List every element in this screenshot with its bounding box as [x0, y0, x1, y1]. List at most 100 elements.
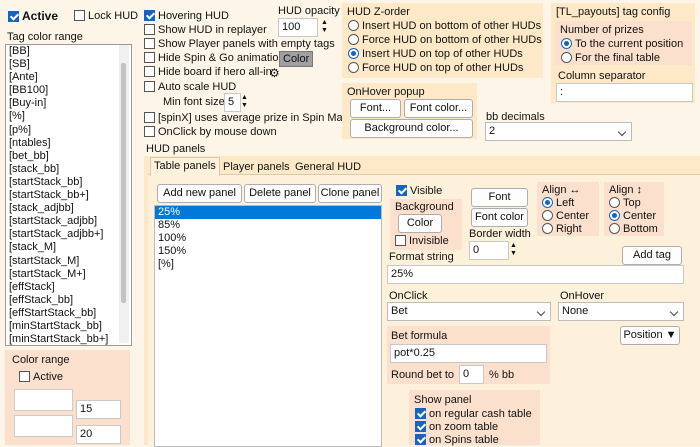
position-button[interactable]: Position ▼ [620, 326, 680, 345]
show-regular-checkbox[interactable]: on regular cash table [415, 408, 532, 420]
color-range-value-2[interactable]: 20 [76, 425, 121, 444]
tag-list-item[interactable]: [effStack_bb] [6, 294, 131, 307]
border-width-input[interactable]: 0 [469, 241, 509, 260]
hide-spin-checkbox[interactable]: Hide Spin & Go animation [144, 52, 285, 64]
active-checkbox[interactable]: Active [8, 9, 58, 23]
tag-list-item[interactable]: [p%] [6, 124, 131, 137]
color-range-value-1[interactable]: 15 [76, 400, 121, 419]
popup-font-color-button[interactable]: Font color... [404, 99, 473, 118]
add-panel-button[interactable]: Add new panel [157, 184, 242, 203]
zorder-option-2[interactable]: Force HUD on bottom of other HUDs [348, 34, 542, 46]
color-range-active-checkbox[interactable]: Active [19, 371, 63, 383]
tag-list-item[interactable]: [startStack_adjbb+] [6, 228, 131, 241]
min-font-spinner[interactable]: ▲ ▼ [241, 94, 250, 111]
clone-panel-button[interactable]: Clone panel [318, 184, 382, 203]
separator-input[interactable]: : [556, 83, 693, 102]
tag-list[interactable]: [BB] [SB] [Ante] [BB100] [Buy-in] [%] [p%] [nta… [5, 44, 132, 346]
tab-general-hud[interactable]: General HUD [292, 159, 364, 175]
tag-list-item[interactable]: [Ante] [6, 71, 131, 84]
show-spins-checkbox[interactable]: on Spins table [415, 434, 499, 446]
format-string-input[interactable]: 25% [387, 265, 684, 284]
zorder-option-1[interactable]: Insert HUD on bottom of other HUDs [348, 20, 541, 32]
onclick-select[interactable]: Bet [387, 302, 551, 321]
add-tag-button[interactable]: Add tag [622, 246, 682, 265]
invisible-checkbox[interactable]: Invisible [395, 235, 449, 247]
onhover-select[interactable]: None [558, 302, 684, 321]
popup-font-button[interactable]: Font... [350, 99, 401, 118]
font-button[interactable]: Font [471, 188, 528, 207]
tag-list-item[interactable]: [stack_adjbb] [6, 202, 131, 215]
delete-panel-button[interactable]: Delete panel [244, 184, 316, 203]
scrollbar-thumb[interactable] [121, 63, 126, 303]
background-color-button[interactable]: Color [398, 214, 442, 233]
align-right-radio[interactable]: Right [542, 223, 582, 235]
bet-formula-input[interactable]: pot*0.25 [390, 344, 547, 363]
tab-player-panels[interactable]: Player panels [220, 159, 293, 175]
align-bottom-radio[interactable]: Bottom [609, 223, 658, 235]
hovering-hud-checkbox[interactable]: Hovering HUD [144, 10, 229, 22]
tag-list-item[interactable]: [effStack] [6, 281, 131, 294]
panel-list-item[interactable]: 85% [155, 219, 381, 232]
popup-bg-color-button[interactable]: Background color... [350, 119, 473, 138]
align-top-radio[interactable]: Top [609, 197, 641, 209]
min-font-input[interactable]: 5 [224, 93, 241, 112]
onclick-mouse-checkbox[interactable]: OnClick by mouse down [144, 126, 277, 138]
check-icon [144, 52, 155, 63]
panel-list-item[interactable]: [%] [155, 258, 381, 271]
tag-list-item[interactable]: [startStack_bb+] [6, 189, 131, 202]
tag-list-item[interactable]: [startStack_adjbb] [6, 215, 131, 228]
panel-list-item[interactable]: 25% [155, 206, 381, 220]
check-icon [144, 112, 155, 123]
tag-list-item[interactable]: [BB100] [6, 84, 131, 97]
show-hud-replayer-checkbox[interactable]: Show HUD in replayer [144, 24, 267, 36]
tag-list-item[interactable]: [stack_bb] [6, 163, 131, 176]
border-width-spinner[interactable]: ▲ ▼ [510, 242, 519, 259]
hide-board-checkbox[interactable]: Hide board if hero all-in [144, 66, 272, 78]
panel-list-item[interactable]: 150% [155, 245, 381, 258]
spin-color-button[interactable]: Color [279, 51, 314, 67]
tag-list-item[interactable]: [minStartStack_bb+] [6, 333, 131, 345]
tag-list-item[interactable]: [%] [6, 110, 131, 123]
show-player-panels-checkbox[interactable]: Show Player panels with empty tags [144, 38, 335, 50]
color-swatch-2[interactable] [14, 415, 73, 437]
lock-hud-checkbox[interactable]: Lock HUD [74, 10, 138, 22]
tag-list-item[interactable]: [effStartStack_bb] [6, 307, 131, 320]
gear-icon[interactable]: ⚙ [269, 66, 280, 80]
tag-list-scrollbar[interactable] [119, 45, 129, 343]
tag-list-item[interactable]: [ntables] [6, 137, 131, 150]
hud-opacity-spinner[interactable]: ▲ ▼ [321, 19, 330, 36]
zorder-option-4[interactable]: Force HUD on top of other HUDs [348, 62, 523, 74]
radio-selected-icon [542, 197, 553, 208]
panel-list[interactable]: 25% 85% 100% 150% [%] [154, 205, 382, 447]
tab-table-panels[interactable]: Table panels [150, 157, 220, 176]
tag-list-item[interactable]: [stack_M] [6, 241, 131, 254]
border-width-label: Border width [469, 228, 531, 240]
auto-scale-checkbox[interactable]: Auto scale HUD [144, 81, 236, 93]
spinx-checkbox[interactable]: [spinX] uses average prize in Spin Max [144, 112, 348, 124]
prizes-option-final[interactable]: For the final table [561, 52, 660, 64]
tag-list-item[interactable]: [bet_bb] [6, 150, 131, 163]
visible-checkbox[interactable]: Visible [396, 185, 442, 197]
align-left-radio[interactable]: Left [542, 197, 574, 209]
tag-list-item[interactable]: [startStack_bb] [6, 176, 131, 189]
panel-list-item[interactable]: 100% [155, 232, 381, 245]
tag-list-item[interactable]: [startStack_M+] [6, 268, 131, 281]
tag-list-item[interactable]: [startStack_M] [6, 255, 131, 268]
font-color-button[interactable]: Font color [471, 208, 528, 227]
align-middle-radio[interactable]: Center [609, 210, 656, 222]
align-center-radio[interactable]: Center [542, 210, 589, 222]
prizes-option-current[interactable]: To the current position [561, 38, 683, 50]
check-icon [415, 408, 426, 419]
tag-list-item[interactable]: [minStartStack_bb] [6, 320, 131, 333]
show-zoom-checkbox[interactable]: on zoom table [415, 421, 498, 433]
tag-list-item[interactable]: [SB] [6, 58, 131, 71]
check-icon [396, 185, 407, 196]
bb-decimals-select[interactable]: 2 [485, 122, 632, 141]
zorder-option-3[interactable]: Insert HUD on top of other HUDs [348, 48, 523, 60]
color-swatch-1[interactable] [14, 389, 73, 411]
round-bet-input[interactable]: 0 [459, 365, 484, 384]
hud-opacity-input[interactable]: 100 [278, 18, 318, 37]
tag-list-item[interactable]: [Buy-in] [6, 97, 131, 110]
tag-list-item[interactable]: [BB] [6, 45, 131, 58]
radio-icon [542, 223, 553, 234]
